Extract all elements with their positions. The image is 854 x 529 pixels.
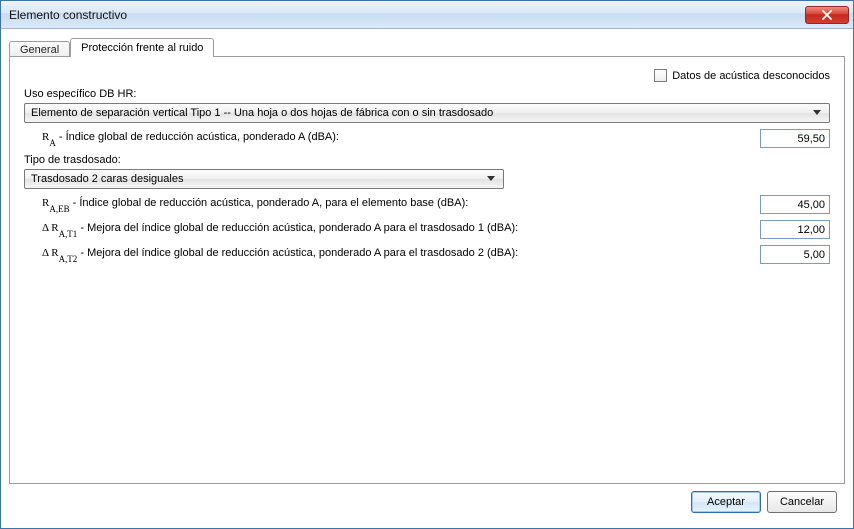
rat1-row: Δ RA,T1 - Mejora del índice global de re… [24,220,830,239]
rat1-input[interactable] [760,220,830,239]
raeb-row: RA,EB - Índice global de reducción acúst… [24,195,830,214]
close-icon [821,10,833,20]
trasdosado-type-value: Trasdosado 2 caras desiguales [31,173,483,185]
raeb-input[interactable] [760,195,830,214]
ra-input[interactable] [760,129,830,148]
cancel-button[interactable]: Cancelar [767,491,837,513]
dialog-window: Elemento constructivo General Protección… [0,0,854,529]
trasdosado-type-select[interactable]: Trasdosado 2 caras desiguales [24,169,504,189]
rat2-row: Δ RA,T2 - Mejora del índice global de re… [24,245,830,264]
db-hr-label: Uso específico DB HR: [24,88,830,100]
unknown-acoustic-label: Datos de acústica desconocidos [672,70,830,82]
db-hr-select[interactable]: Elemento de separación vertical Tipo 1 -… [24,103,830,123]
tabstrip: General Protección frente al ruido [9,35,845,56]
titlebar: Elemento constructivo [1,1,853,29]
close-button[interactable] [805,6,849,24]
tab-noise-protection[interactable]: Protección frente al ruido [70,38,214,57]
chevron-down-icon [483,176,499,182]
chevron-down-icon [809,110,825,116]
db-hr-select-value: Elemento de separación vertical Tipo 1 -… [31,107,809,119]
client-area: General Protección frente al ruido Datos… [1,29,853,528]
dialog-footer: Aceptar Cancelar [9,484,845,520]
rat2-input[interactable] [760,245,830,264]
unknown-acoustic-row: Datos de acústica desconocidos [24,69,830,82]
window-title: Elemento constructivo [9,8,805,22]
unknown-acoustic-checkbox[interactable] [654,69,667,82]
raeb-label: RA,EB - Índice global de reducción acúst… [24,197,750,211]
ra-label: RA - Índice global de reducción acústica… [24,131,750,145]
trasdosado-type-label: Tipo de trasdosado: [24,154,830,166]
rat1-label: Δ RA,T1 - Mejora del índice global de re… [24,222,750,236]
rat2-label: Δ RA,T2 - Mejora del índice global de re… [24,247,750,261]
tab-panel-noise: Datos de acústica desconocidos Uso espec… [9,56,845,484]
ra-row: RA - Índice global de reducción acústica… [24,129,830,148]
accept-button[interactable]: Aceptar [691,491,761,513]
